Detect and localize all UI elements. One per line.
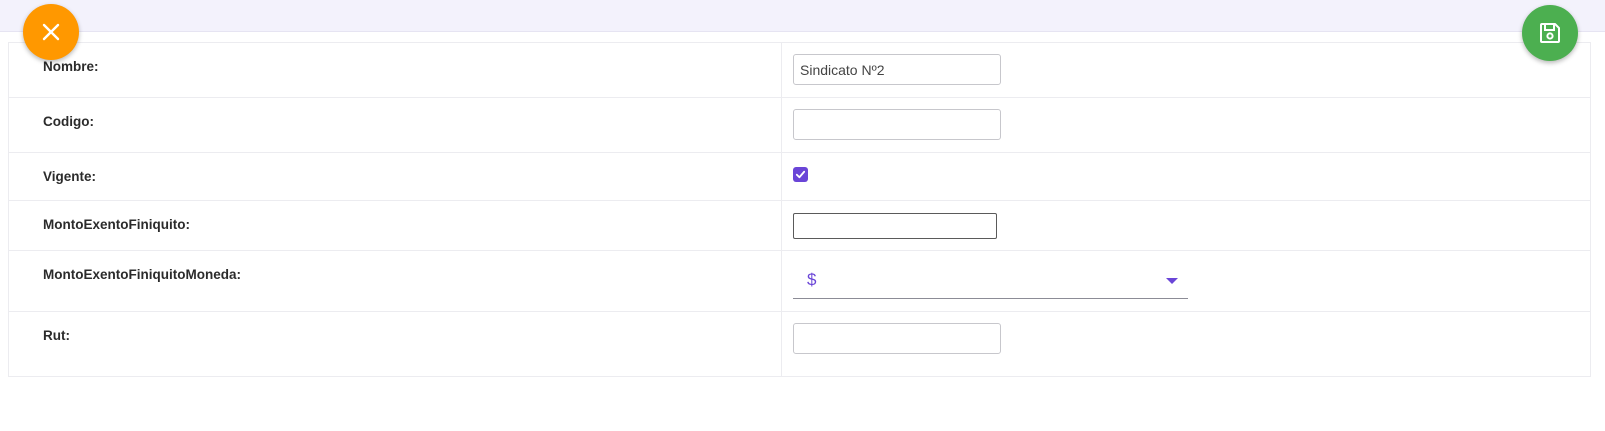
field-label-nombre: Nombre: bbox=[8, 42, 782, 98]
checkmark-icon bbox=[795, 170, 806, 179]
form-row-rut: Rut: bbox=[8, 311, 1591, 377]
form-row-codigo: Codigo: bbox=[8, 97, 1591, 153]
field-label-montoexentofiniquito: MontoExentoFiniquito: bbox=[8, 200, 782, 251]
form-table: Nombre: Codigo: Vigente: MontoExentoFini… bbox=[8, 42, 1591, 377]
field-label-vigente: Vigente: bbox=[8, 152, 782, 201]
form-row-vigente: Vigente: bbox=[8, 152, 1591, 201]
montoexentofiniquito-input[interactable] bbox=[793, 213, 997, 239]
close-icon bbox=[42, 23, 60, 41]
field-label-rut: Rut: bbox=[8, 311, 782, 377]
close-button[interactable] bbox=[23, 4, 79, 60]
moneda-select[interactable]: $ bbox=[793, 266, 1188, 299]
form-row-montoexentofiniquitomoneda: MontoExentoFiniquitoMoneda: $ bbox=[8, 250, 1591, 312]
field-label-codigo: Codigo: bbox=[8, 97, 782, 153]
floppy-disk-icon bbox=[1540, 23, 1560, 43]
form-row-montoexentofiniquito: MontoExentoFiniquito: bbox=[8, 200, 1591, 251]
chevron-down-icon bbox=[1166, 278, 1178, 284]
nombre-input[interactable] bbox=[793, 54, 1001, 85]
field-label-montoexentofiniquitomoneda: MontoExentoFiniquitoMoneda: bbox=[8, 250, 782, 312]
form-row-nombre: Nombre: bbox=[8, 42, 1591, 98]
moneda-selected-value: $ bbox=[807, 270, 817, 289]
rut-input[interactable] bbox=[793, 323, 1001, 354]
save-button[interactable] bbox=[1522, 5, 1578, 61]
vigente-checkbox[interactable] bbox=[793, 167, 808, 182]
codigo-input[interactable] bbox=[793, 109, 1001, 140]
